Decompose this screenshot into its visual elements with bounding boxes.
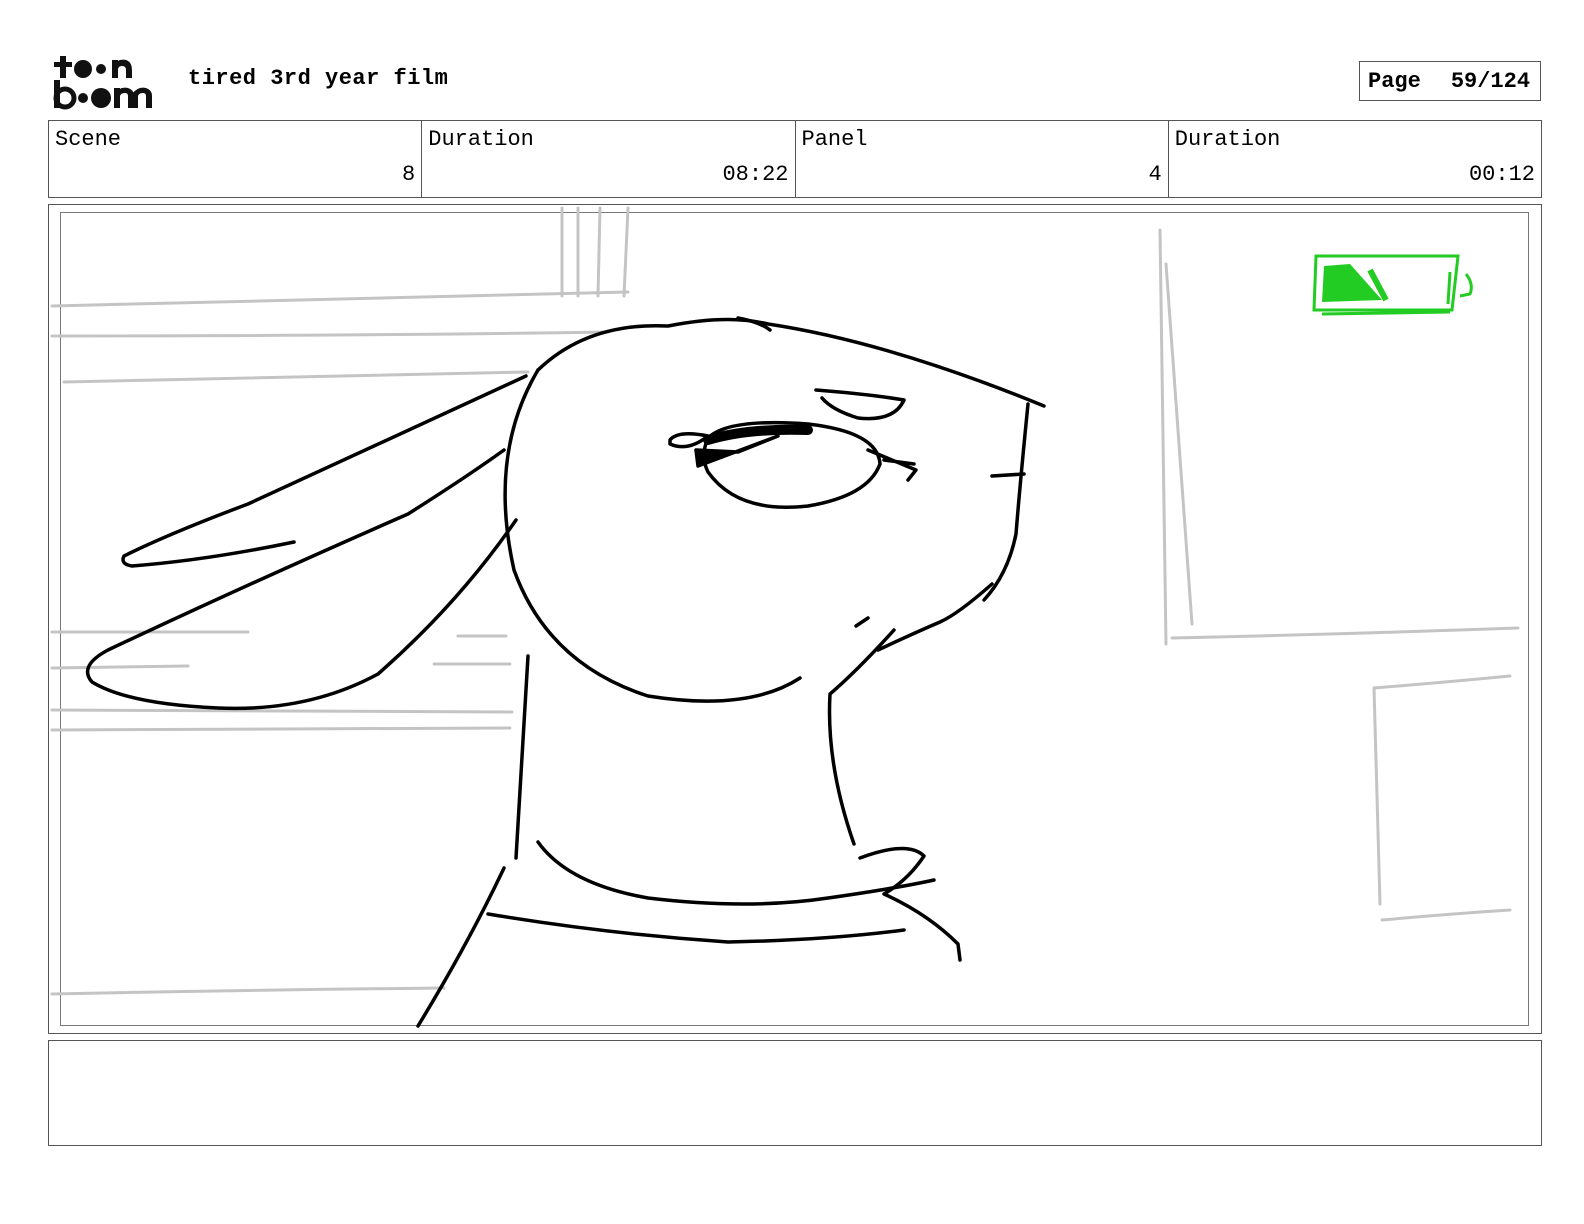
panel-duration-value: 00:12 bbox=[1468, 162, 1535, 187]
page-indicator: Page 59/124 bbox=[1359, 61, 1541, 101]
page-number: 59/124 bbox=[1450, 68, 1531, 94]
battery-icon bbox=[1312, 254, 1473, 316]
scene-duration-value: 08:22 bbox=[722, 162, 789, 187]
panel-value: 4 bbox=[1148, 162, 1162, 187]
scene-duration-cell: Duration 08:22 bbox=[421, 121, 794, 197]
scene-value: 8 bbox=[402, 162, 416, 187]
toonboom-logo bbox=[53, 56, 152, 110]
scene-info-table: Scene 8 Duration 08:22 Panel 4 Duration … bbox=[48, 120, 1542, 198]
project-title: tired 3rd year film bbox=[188, 66, 449, 91]
scene-label: Scene bbox=[55, 127, 122, 152]
character-sketch bbox=[85, 316, 1046, 1028]
panel-duration-cell: Duration 00:12 bbox=[1167, 121, 1541, 197]
panel-label: Panel bbox=[801, 127, 868, 152]
panel-duration-label: Duration bbox=[1174, 127, 1281, 152]
panel-drawing bbox=[50, 206, 1520, 1028]
scene-duration-label: Duration bbox=[428, 127, 534, 152]
scene-cell: Scene 8 bbox=[49, 121, 421, 197]
panel-cell: Panel 4 bbox=[794, 121, 1168, 197]
panel-notes-box[interactable] bbox=[48, 1040, 1542, 1146]
page-label: Page bbox=[1368, 68, 1421, 94]
